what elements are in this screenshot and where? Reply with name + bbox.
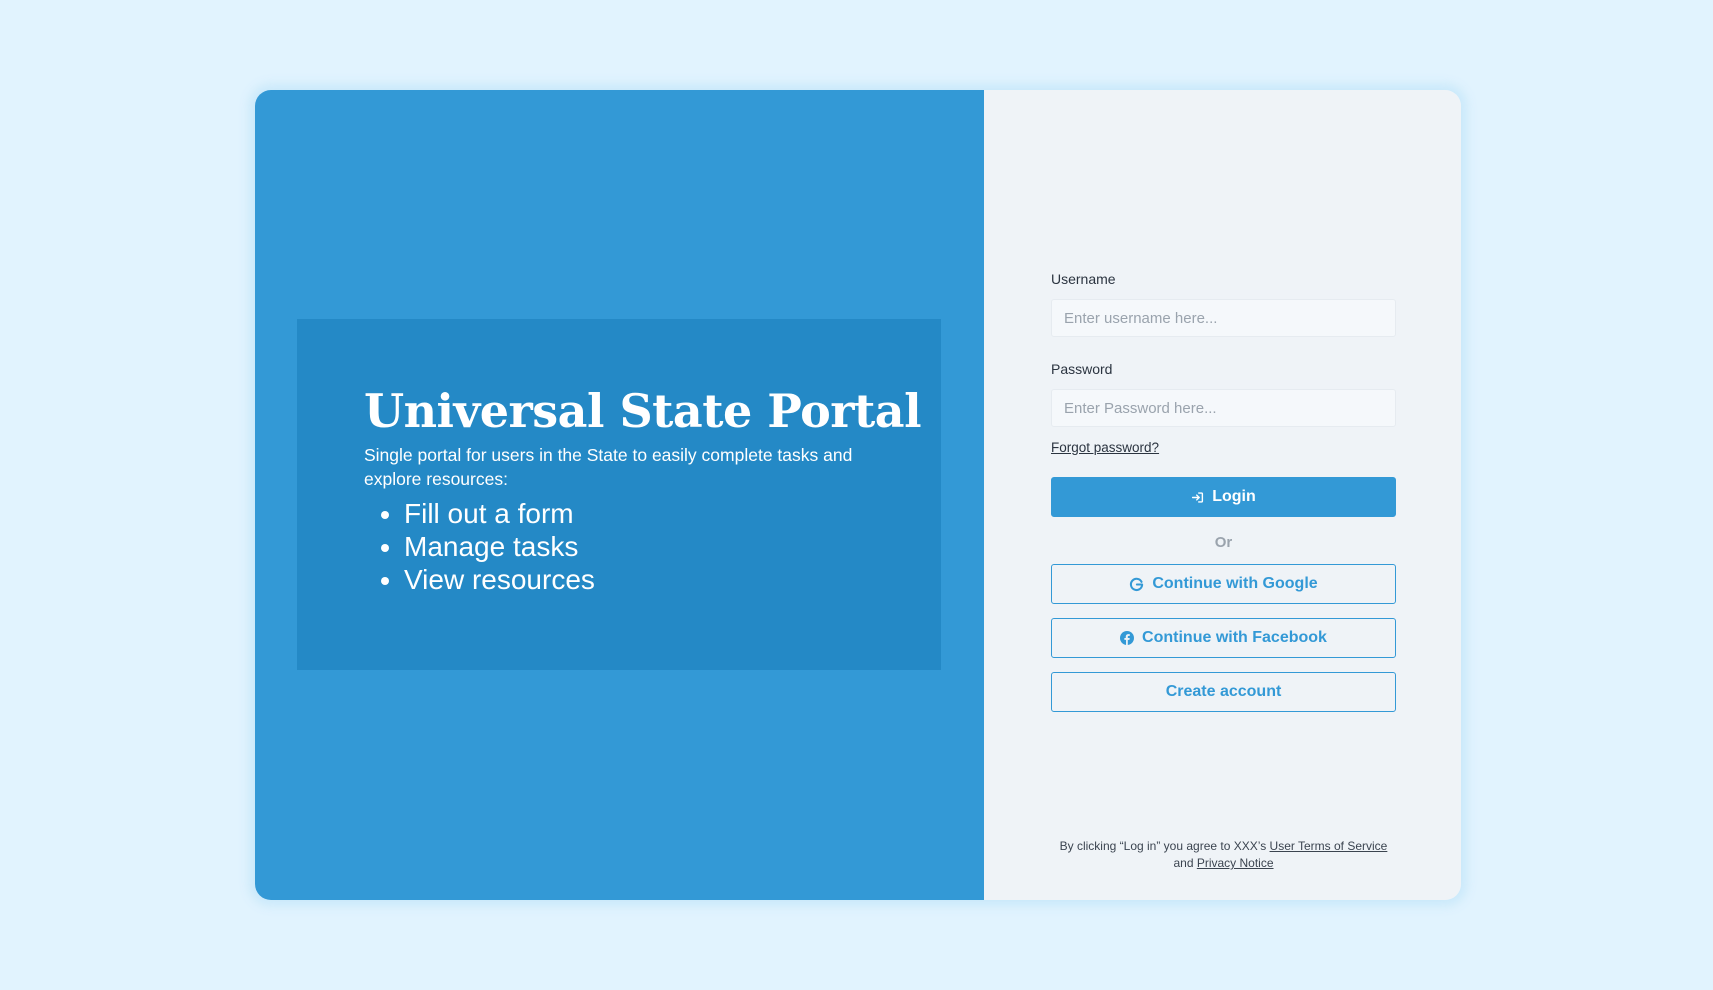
- password-label: Password: [1051, 361, 1113, 377]
- hero-title: Universal State Portal: [364, 384, 922, 438]
- hero-panel: Universal State Portal Single portal for…: [255, 90, 984, 900]
- hero-feature-item: View resources: [404, 563, 941, 596]
- facebook-button-label: Continue with Facebook: [1142, 629, 1327, 646]
- login-button[interactable]: Login: [1051, 477, 1396, 517]
- continue-with-google-button[interactable]: Continue with Google: [1051, 564, 1396, 604]
- username-label: Username: [1051, 271, 1116, 287]
- create-account-label: Create account: [1165, 683, 1282, 700]
- login-form: Username Password Forgot password? Login…: [1051, 270, 1396, 712]
- create-account-button[interactable]: Create account: [1051, 672, 1396, 712]
- user-terms-link[interactable]: User Terms of Service: [1270, 839, 1388, 853]
- legal-prefix: By clicking “Log in” you agree to XXX’s: [1059, 839, 1270, 853]
- login-button-label: Login: [1212, 488, 1256, 505]
- hero-description: Single portal for users in the State to …: [364, 445, 853, 489]
- privacy-notice-link[interactable]: Privacy Notice: [1197, 856, 1274, 870]
- legal-and: and: [1173, 856, 1197, 870]
- google-button-label: Continue with Google: [1152, 575, 1318, 592]
- google-icon: [1129, 577, 1144, 592]
- hero-box: Universal State Portal Single portal for…: [297, 319, 941, 670]
- facebook-icon: [1120, 631, 1135, 645]
- hero-feature-list: Fill out a form Manage tasks View resour…: [364, 497, 941, 596]
- username-input[interactable]: [1051, 299, 1396, 337]
- hero-feature-item: Fill out a form: [404, 497, 941, 530]
- legal-notice: By clicking “Log in” you agree to XXX’s …: [1051, 838, 1396, 872]
- login-card: Universal State Portal Single portal for…: [255, 90, 1461, 900]
- login-arrow-icon: [1191, 491, 1204, 504]
- continue-with-facebook-button[interactable]: Continue with Facebook: [1051, 618, 1396, 658]
- hero-feature-item: Manage tasks: [404, 530, 941, 563]
- forgot-password-link[interactable]: Forgot password?: [1051, 440, 1159, 455]
- or-divider: Or: [1214, 534, 1233, 551]
- password-input[interactable]: [1051, 389, 1396, 427]
- login-panel: Username Password Forgot password? Login…: [984, 90, 1461, 900]
